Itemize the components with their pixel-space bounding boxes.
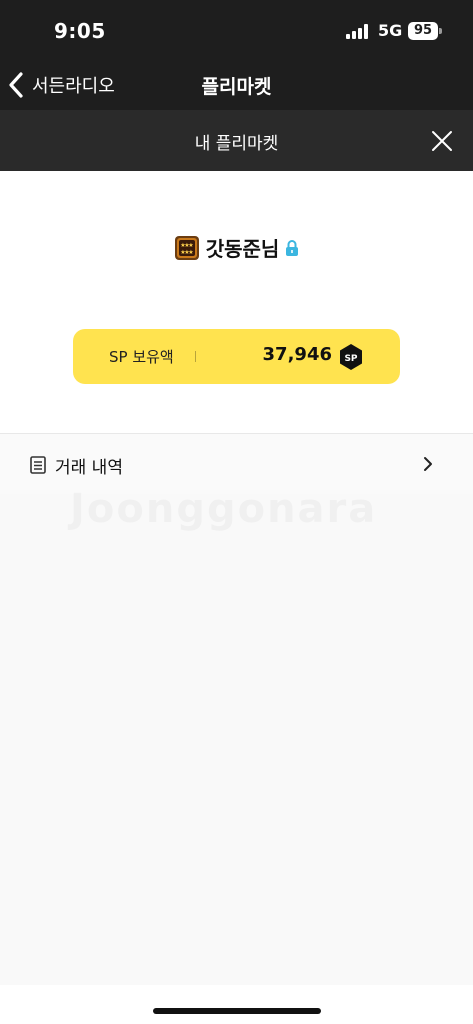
rank-badge-icon: ★ ★ ★ ★ ★ ★	[174, 235, 199, 260]
sp-balance-label: SP 보유액	[109, 348, 174, 366]
sp-balance-amount: 37,946	[262, 344, 332, 365]
sp-coin-label: SP	[344, 354, 357, 364]
home-indicator	[153, 1008, 321, 1014]
sub-header: 내 플리마켓	[0, 110, 473, 171]
status-bar: 9:05 5G 95	[0, 0, 473, 60]
sub-header-title: 내 플리마켓	[194, 134, 279, 154]
user-row: ★ ★ ★ ★ ★ ★ 갓동준님	[0, 233, 473, 262]
lock-icon	[286, 239, 299, 256]
signal-icon	[346, 24, 370, 39]
profile-card: ★ ★ ★ ★ ★ ★ 갓동준님 SP 보유액 37,946 SP	[0, 171, 473, 434]
battery-nub	[439, 28, 442, 34]
sp-balance-pill: SP 보유액 37,946 SP	[73, 329, 400, 384]
battery-icon: 95	[408, 22, 438, 40]
divider	[195, 351, 196, 362]
screen: 9:05 5G 95 서든라디오 플리마켓 내 플리마켓 ★ ★ ★ ★ ★ ★…	[0, 0, 473, 1024]
sp-coin-icon: SP	[340, 344, 362, 370]
page-title: 플리마켓	[201, 76, 272, 98]
close-button[interactable]	[429, 128, 455, 154]
watermark: Joonggonara	[70, 486, 377, 532]
transaction-history-item[interactable]: 거래 내역	[0, 434, 473, 494]
nav-bar: 서든라디오 플리마켓	[0, 60, 473, 110]
username: 갓동준님	[205, 237, 280, 261]
close-icon	[432, 131, 452, 151]
svg-text:★: ★	[188, 242, 193, 249]
status-time: 9:05	[54, 19, 106, 43]
bottom-area	[0, 985, 473, 1024]
transaction-history-label: 거래 내역	[55, 458, 123, 478]
document-icon	[30, 456, 46, 474]
chevron-right-icon	[424, 457, 432, 471]
network-label: 5G	[378, 21, 403, 40]
svg-text:★: ★	[188, 249, 193, 256]
